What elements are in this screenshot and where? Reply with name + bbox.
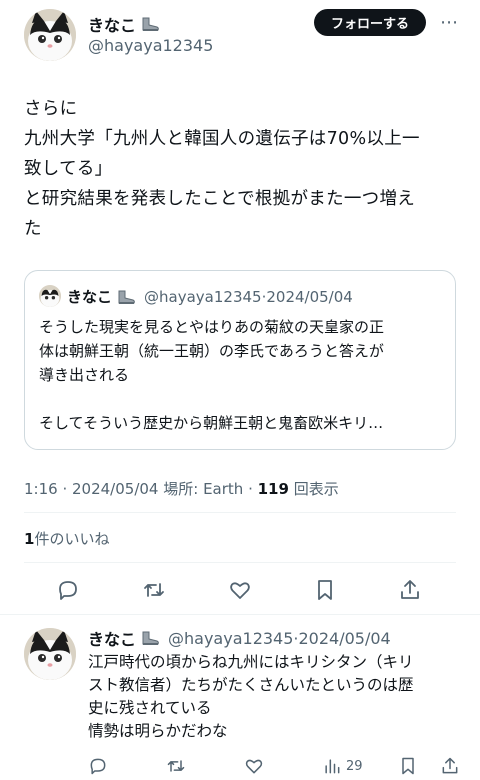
views-count: 119 xyxy=(257,480,289,498)
follow-button[interactable]: フォローする xyxy=(314,9,426,36)
reply-action-bar: 29 xyxy=(0,756,480,780)
share-icon[interactable] xyxy=(398,578,422,602)
quoted-tweet-header: きなこ @hayaya12345·2024/05/04 xyxy=(67,287,353,307)
boot-emoji-icon xyxy=(118,290,135,304)
reply-text-line: 情勢は明らかだわな xyxy=(88,722,228,740)
likes-summary[interactable]: 1件のいいね xyxy=(24,528,109,549)
reply-author-handle[interactable]: @hayaya12345 xyxy=(168,629,293,648)
tweet-text-line: さらに xyxy=(24,99,78,119)
tweet-time[interactable]: 1:16 xyxy=(24,480,58,498)
quoted-text-line: 体は朝鮮王朝（統一王朝）の李氏であろうと答えが xyxy=(39,342,384,360)
retweet-icon[interactable] xyxy=(142,578,166,602)
author-name-row[interactable]: きなこ xyxy=(88,12,160,36)
quoted-tweet-text: そうした現実を見るとやはりあの菊紋の天皇家の正 体は朝鮮王朝（統一王朝）の李氏で… xyxy=(39,315,449,435)
quoted-date: 2024/05/04 xyxy=(266,287,353,306)
reply-author-name[interactable]: きなこ xyxy=(88,626,136,650)
author-name[interactable]: きなこ xyxy=(88,12,136,36)
tweet-text-line: 九州大学「九州人と韓国人の遺伝子は70%以上一 xyxy=(24,129,420,149)
tweet-action-bar xyxy=(0,574,480,606)
reply-author-avatar[interactable] xyxy=(24,628,76,680)
reply-header: きなこ @hayaya12345·2024/05/04 xyxy=(88,626,391,650)
cat-avatar-image xyxy=(24,9,76,61)
quoted-text-line xyxy=(39,387,449,411)
tweet-text-line: と研究結果を発表したことで根拠がまた一つ増え xyxy=(24,189,416,209)
tweet-meta: 1:16 · 2024/05/04 場所: Earth · 119 回表示 xyxy=(24,480,339,498)
tweet-text: さらに 九州大学「九州人と韓国人の遺伝子は70%以上一 致してる」 と研究結果を… xyxy=(24,94,464,244)
divider xyxy=(24,562,456,563)
quoted-text-line: そしてそういう歴史から朝鮮王朝と鬼畜欧米キリ… xyxy=(39,414,384,432)
reply-date[interactable]: 2024/05/04 xyxy=(299,629,391,648)
divider xyxy=(0,614,480,615)
quoted-tweet-card[interactable]: きなこ @hayaya12345·2024/05/04 そうした現実を見るとやは… xyxy=(24,270,456,450)
heart-icon[interactable] xyxy=(228,578,252,602)
tweet-text-line: 致してる」 xyxy=(24,159,113,179)
reply-text-line: 史に残されている xyxy=(88,699,212,717)
views-label: 回表示 xyxy=(293,480,339,498)
quoted-author-name: きなこ xyxy=(67,288,113,306)
tweet-location: 場所: Earth xyxy=(163,480,244,498)
author-avatar[interactable] xyxy=(24,9,76,61)
bookmark-icon[interactable] xyxy=(398,756,418,776)
quoted-author-avatar xyxy=(39,285,61,307)
reply-text-line: スト教信者）たちがたくさんいたというのは歴 xyxy=(88,676,414,694)
quoted-author-handle: @hayaya12345 xyxy=(144,287,262,306)
more-options-icon[interactable]: ⋯ xyxy=(440,12,459,33)
quoted-text-line: 導き出される xyxy=(39,366,130,384)
divider xyxy=(24,512,456,513)
tweet-date[interactable]: 2024/05/04 xyxy=(72,480,158,498)
author-handle[interactable]: @hayaya12345 xyxy=(88,36,213,55)
bookmark-icon[interactable] xyxy=(313,578,337,602)
reply-text: 江戸時代の頃からね九州にはキリシタン（キリ スト教信者）たちがたくさんいたという… xyxy=(88,651,468,743)
boot-emoji-icon xyxy=(142,17,159,31)
likes-count: 1 xyxy=(24,530,35,548)
likes-label: 件のいいね xyxy=(34,530,110,548)
tweet-text-line: た xyxy=(24,219,42,239)
cat-avatar-image xyxy=(39,285,61,307)
reply-views-count: 29 xyxy=(346,758,363,774)
retweet-icon[interactable] xyxy=(166,756,186,776)
boot-emoji-icon xyxy=(142,631,159,645)
reply-icon[interactable] xyxy=(88,756,108,776)
reply-icon[interactable] xyxy=(56,578,80,602)
quoted-text-line: そうした現実を見るとやはりあの菊紋の天皇家の正 xyxy=(39,318,385,336)
reply-text-line: 江戸時代の頃からね九州にはキリシタン（キリ xyxy=(88,653,414,671)
views-chart-icon[interactable]: 29 xyxy=(322,756,363,776)
cat-avatar-image xyxy=(24,628,76,680)
share-icon[interactable] xyxy=(440,756,460,776)
heart-icon[interactable] xyxy=(244,756,264,776)
